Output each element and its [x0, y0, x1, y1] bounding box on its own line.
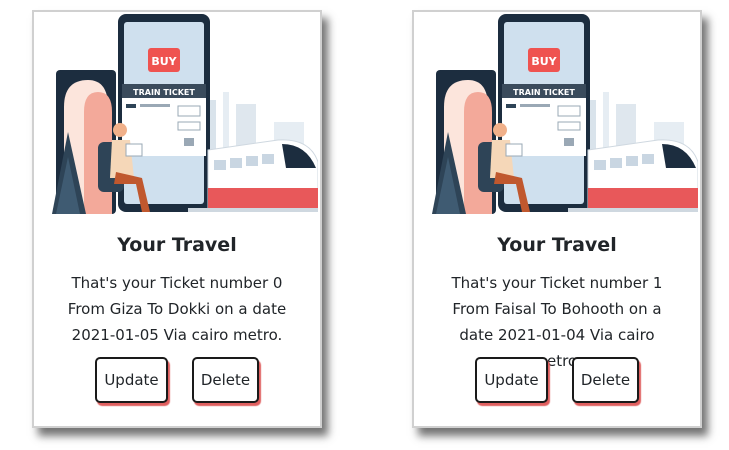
card-title: Your Travel [497, 234, 617, 256]
ticket-description: That's your Ticket number 0 From Giza To… [67, 274, 287, 344]
ticket-card: BUY TRAIN TICKET Your Travel That's your… [412, 10, 702, 428]
ticket-label: TRAIN TICKET [513, 88, 575, 97]
ticket-description: That's your Ticket number 1 From Faisal … [451, 274, 663, 370]
delete-button[interactable]: Delete [572, 357, 639, 403]
ticket-label: TRAIN TICKET [133, 88, 195, 97]
buy-label: BUY [531, 55, 557, 68]
train-ticket-illustration: BUY TRAIN TICKET [432, 14, 698, 214]
train-ticket-illustration: BUY TRAIN TICKET [52, 14, 318, 214]
update-button[interactable]: Update [475, 357, 548, 403]
buy-label: BUY [151, 55, 177, 68]
card-title: Your Travel [117, 234, 237, 256]
delete-button[interactable]: Delete [192, 357, 259, 403]
ticket-card: BUY TRAIN TICKET Your Travel That's your… [32, 10, 322, 428]
update-button[interactable]: Update [95, 357, 168, 403]
